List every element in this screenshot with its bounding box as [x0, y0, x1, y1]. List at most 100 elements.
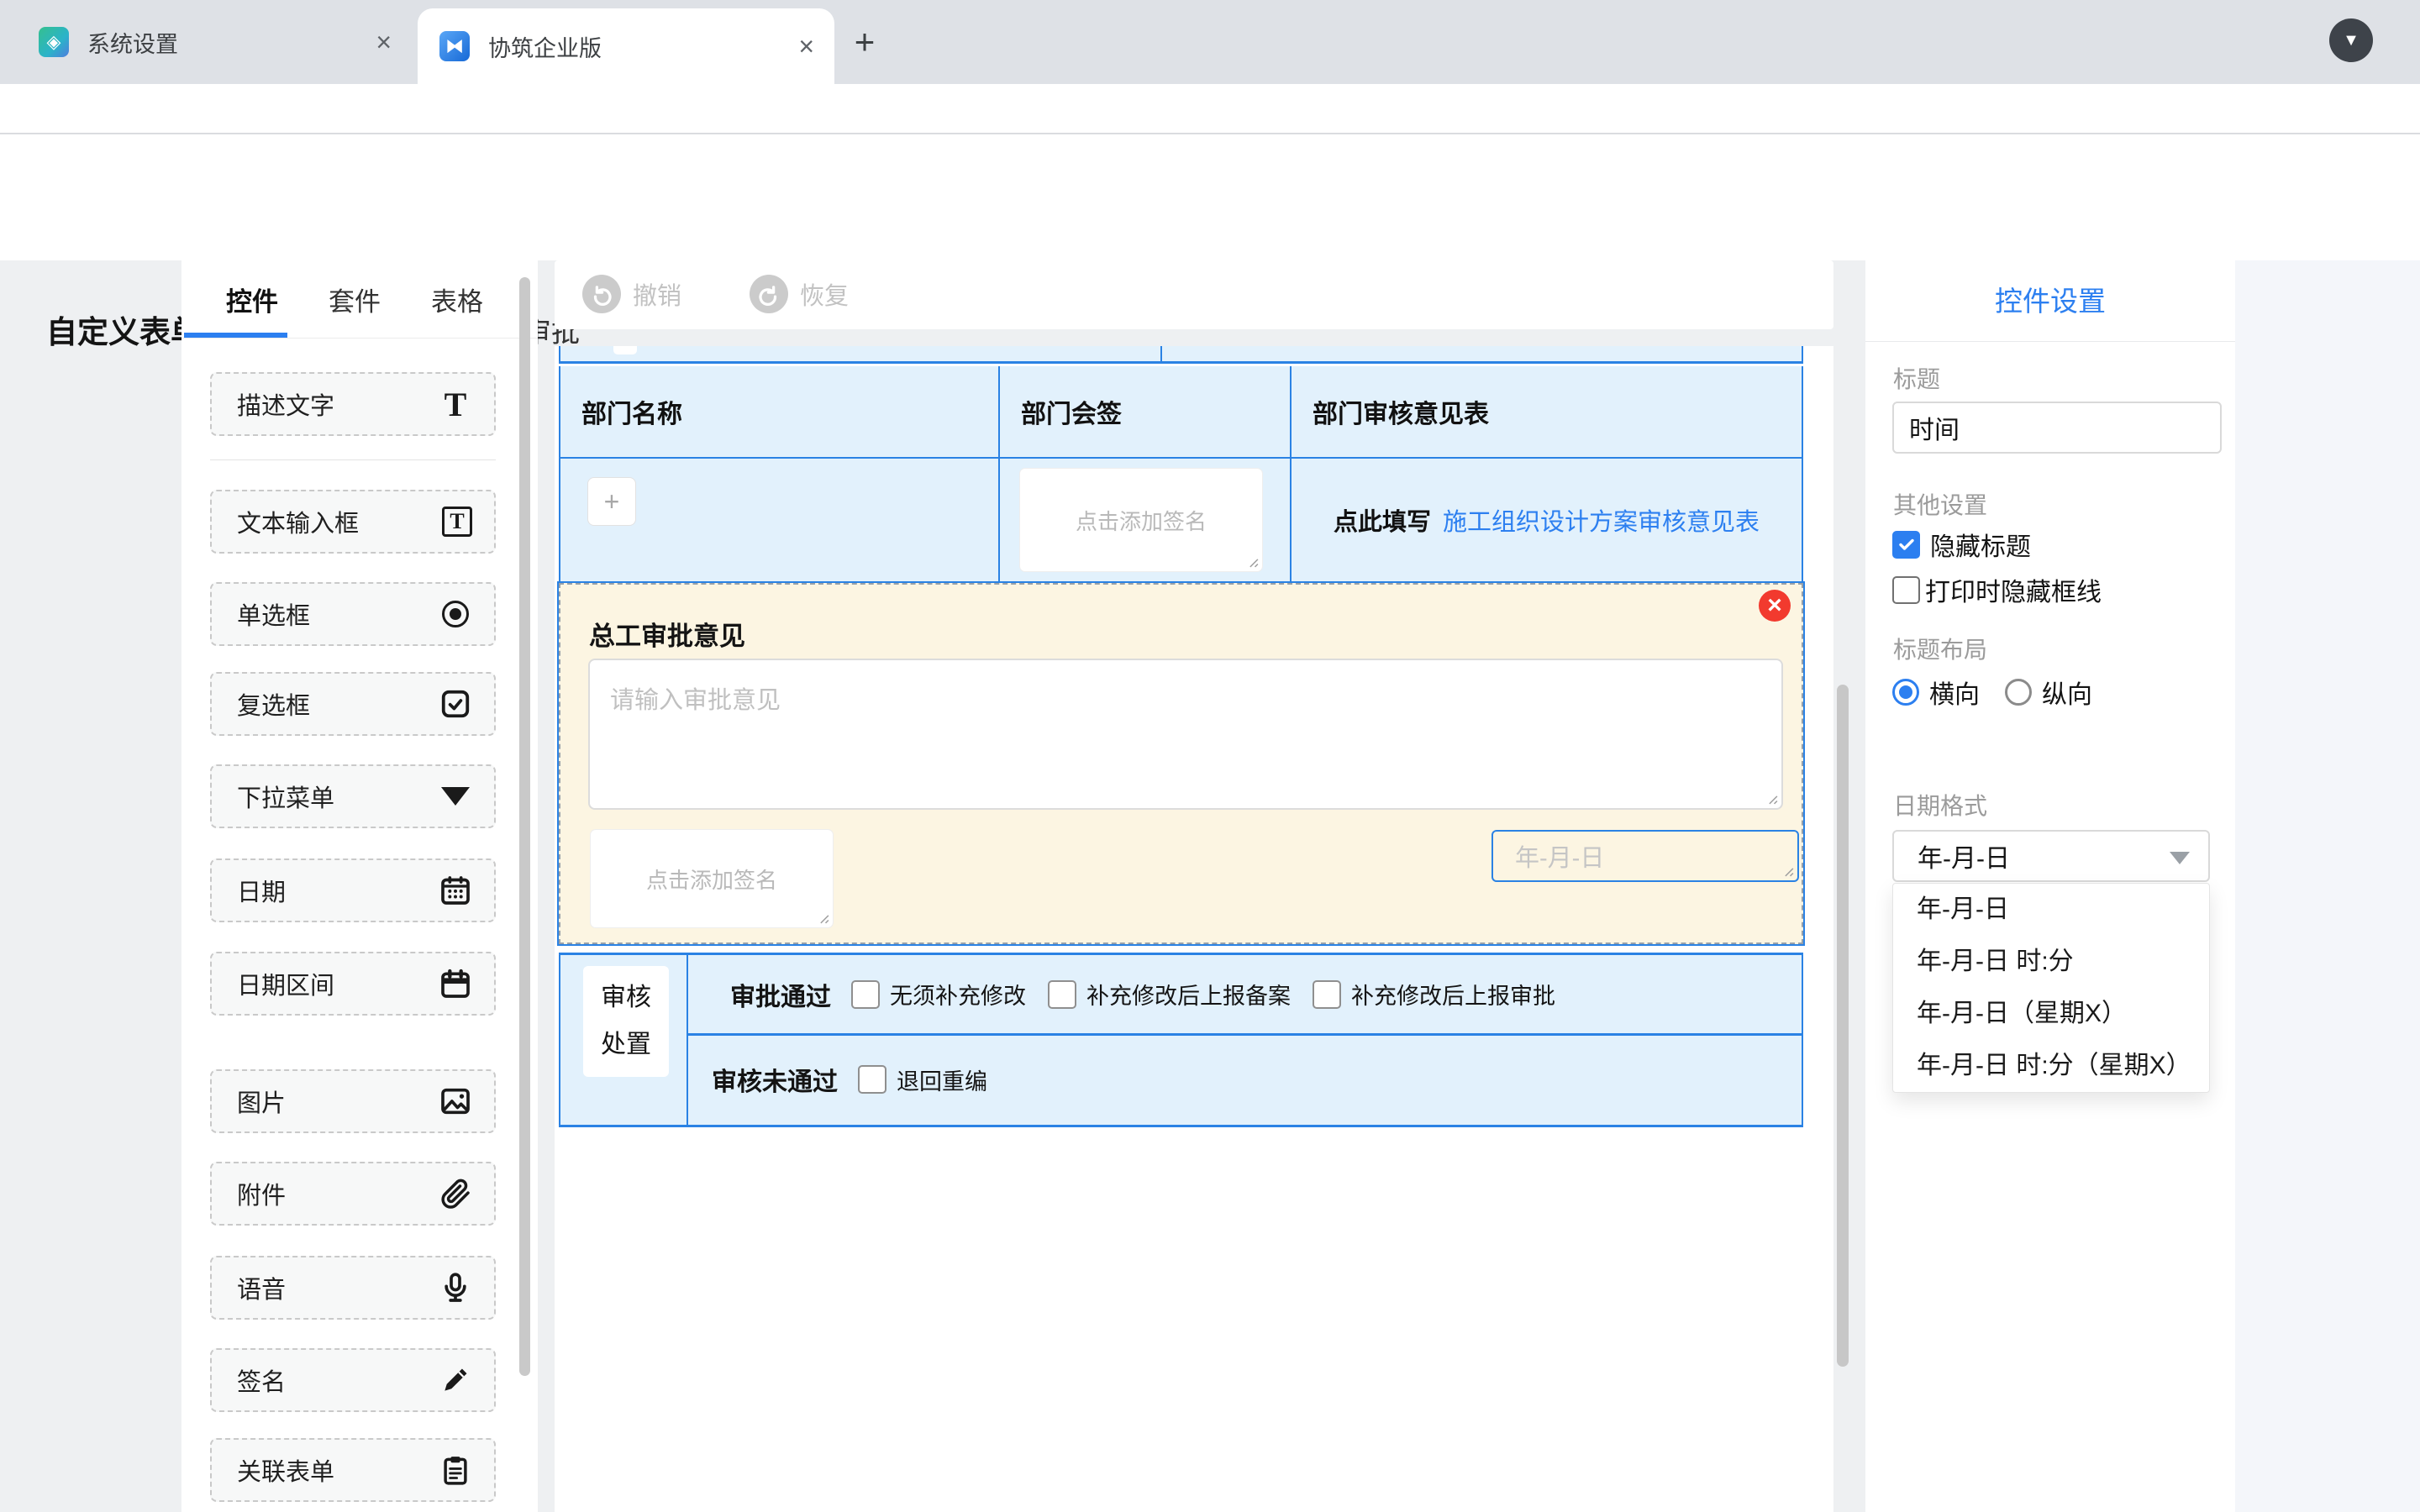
- date-format-option-3[interactable]: 年-月-日（星期X）: [1893, 988, 2209, 1040]
- review-row-rejected: 审核未通过 退回重编: [688, 1036, 1802, 1123]
- title-input[interactable]: 时间: [1892, 402, 2222, 454]
- page-title: 自定义表单: [46, 307, 202, 352]
- pen-icon: [439, 1363, 472, 1397]
- control-item-voice[interactable]: 语音: [210, 1256, 496, 1320]
- browser-url-row: ← → xmgl.glodon.com/project-doc/workbenc…: [0, 84, 2420, 133]
- cell-review-opinion-link: 点此填写 施工组织设计方案审核意见表: [1292, 459, 1802, 581]
- delete-block-button[interactable]: ×: [1759, 590, 1791, 622]
- link-prefix-text: 点此填写: [1334, 502, 1431, 538]
- control-item-date-range[interactable]: 日期区间: [210, 952, 496, 1016]
- control-item-radio[interactable]: 单选框: [210, 582, 496, 646]
- control-item-attachment[interactable]: 附件: [210, 1162, 496, 1226]
- col-header-department-name[interactable]: 部门名称: [560, 366, 1000, 457]
- radio-horizontal-selected-icon[interactable]: [1892, 679, 1919, 706]
- control-item-image[interactable]: 图片: [210, 1069, 496, 1133]
- browser-tab-strip: ◈ 系统设置 × ⧓ 协筑企业版 × + ▼: [0, 0, 2420, 84]
- right-background-strip: [2235, 260, 2420, 1512]
- date-format-option-4[interactable]: 年-月-日 时:分（星期X）: [1893, 1040, 2209, 1092]
- sidebar-scrollbar[interactable]: [519, 277, 530, 1376]
- control-item-checkbox[interactable]: 复选框: [210, 672, 496, 736]
- col-header-review-opinion-table[interactable]: 部门审核意见表: [1292, 366, 1802, 457]
- canvas-toolbar: 撤销 恢复: [555, 260, 1833, 329]
- checkbox-report-for-approval[interactable]: [1313, 980, 1341, 1009]
- app-header: 自定义表单 施工组织设计方案审批 保存 预览: [0, 134, 2420, 260]
- approval-opinion-textarea[interactable]: 请输入审批意见: [588, 659, 1783, 810]
- tab1-close-icon[interactable]: ×: [376, 29, 392, 55]
- form-canvas: 部门名称 部门会签 部门审核意见表 + 点击添加签名 点此填写 施工组织设计方案…: [555, 346, 1833, 1512]
- control-item-dropdown[interactable]: 下拉菜单: [210, 764, 496, 828]
- radio-icon: [439, 597, 472, 631]
- date-field-selected[interactable]: 年-月-日: [1491, 830, 1799, 882]
- panel-divider: [1865, 341, 2235, 342]
- resize-handle-icon[interactable]: [1779, 862, 1794, 877]
- tab-kits[interactable]: 套件: [308, 281, 402, 318]
- tab-controls[interactable]: 控件: [205, 281, 299, 318]
- new-tab-button[interactable]: +: [844, 22, 885, 62]
- tab-search-chevron-icon[interactable]: ▼: [2329, 18, 2373, 62]
- screen: ◈ 系统设置 × ⧓ 协筑企业版 × + ▼ ← → xmgl.glodon.c…: [0, 0, 2420, 1512]
- checkbox-report-for-record[interactable]: [1048, 980, 1076, 1009]
- checkbox-checked-icon[interactable]: [1892, 531, 1920, 559]
- control-item-date[interactable]: 日期: [210, 858, 496, 922]
- cell-department-name: +: [560, 459, 1000, 581]
- selected-block-chief-engineer-opinion[interactable]: 总工审批意见 × 请输入审批意见 点击添加签名 年-月-日: [559, 583, 1803, 944]
- radio-vertical-icon[interactable]: [2005, 679, 2032, 706]
- hide-border-when-printing-option[interactable]: 打印时隐藏框线: [1892, 571, 2102, 608]
- signature-box[interactable]: 点击添加签名: [591, 830, 833, 927]
- tab2-favicon-icon: ⧓: [439, 31, 470, 61]
- resize-handle-icon[interactable]: [814, 909, 829, 924]
- review-label-cell: 审核 处置: [560, 955, 688, 1125]
- dropdown-icon: [439, 780, 472, 813]
- review-opinion-form-link[interactable]: 施工组织设计方案审核意见表: [1443, 502, 1760, 538]
- redo-icon: [750, 275, 788, 313]
- date-format-option-2[interactable]: 年-月-日 时:分: [1893, 936, 2209, 988]
- browser-tab-system-settings[interactable]: ◈ 系统设置 ×: [17, 12, 412, 72]
- checkbox-return-for-rework[interactable]: [858, 1065, 886, 1094]
- date-format-label: 日期格式: [1893, 788, 1987, 822]
- control-settings-panel: 控件设置 标题 时间 其他设置 隐藏标题 打印时隐藏框线 标题布局 横向 纵向 …: [1865, 260, 2235, 1512]
- redo-button[interactable]: 恢复: [750, 275, 849, 313]
- date-format-dropdown: 年-月-日 年-月-日 时:分 年-月-日（星期X） 年-月-日 时:分（星期X…: [1892, 883, 2210, 1093]
- paperclip-icon: [439, 1177, 472, 1210]
- tab1-title: 系统设置: [87, 26, 355, 59]
- hide-title-option[interactable]: 隐藏标题: [1892, 526, 2031, 563]
- undo-button[interactable]: 撤销: [582, 275, 681, 313]
- resize-handle-icon[interactable]: [1244, 553, 1259, 568]
- tab2-title: 协筑企业版: [488, 30, 778, 63]
- cell-department-countersign: 点击添加签名: [1000, 459, 1292, 581]
- microphone-icon: [439, 1271, 472, 1305]
- calendar-range-icon: [439, 967, 472, 1000]
- canvas-scrollbar[interactable]: [1837, 685, 1849, 1367]
- other-settings-label: 其他设置: [1893, 487, 1987, 521]
- date-format-select[interactable]: 年-月-日: [1892, 830, 2210, 882]
- control-item-related-form[interactable]: 关联表单: [210, 1438, 496, 1502]
- table-header-row: 部门名称 部门会签 部门审核意见表: [559, 366, 1803, 459]
- undo-icon: [582, 275, 621, 313]
- calendar-icon: [439, 874, 472, 907]
- control-item-description-text[interactable]: 描述文字 T: [210, 372, 496, 436]
- title-layout-radios: 横向 纵向: [1892, 674, 2118, 711]
- resize-handle-icon[interactable]: [1763, 790, 1778, 805]
- tab2-close-icon[interactable]: ×: [798, 33, 814, 60]
- browser-tab-xiezhu[interactable]: ⧓ 协筑企业版 ×: [418, 8, 834, 84]
- checkbox-no-modification[interactable]: [851, 980, 880, 1009]
- text-icon: T: [439, 387, 472, 421]
- add-row-button[interactable]: +: [587, 477, 636, 526]
- checkbox-unchecked-icon[interactable]: [1892, 576, 1920, 604]
- review-row-approved: 审批通过 无须补充修改 补充修改后上报备案 补充修改后上报审批: [688, 955, 1802, 1036]
- col-header-department-countersign[interactable]: 部门会签: [1000, 366, 1292, 457]
- review-label-box: 审核 处置: [583, 966, 669, 1077]
- tabs-divider: [182, 338, 538, 339]
- date-format-option-1[interactable]: 年-月-日: [1893, 884, 2209, 936]
- chevron-down-icon: [2170, 852, 2190, 864]
- control-item-signature[interactable]: 签名: [210, 1348, 496, 1412]
- panel-title: 控件设置: [1865, 279, 2235, 319]
- signature-box[interactable]: 点击添加签名: [1020, 469, 1262, 571]
- control-item-text-input[interactable]: 文本输入框 T: [210, 490, 496, 554]
- table-data-row: + 点击添加签名 点此填写 施工组织设计方案审核意见表: [559, 459, 1803, 583]
- tab1-favicon-icon: ◈: [39, 27, 69, 57]
- controls-sidebar: 控件 套件 表格 描述文字 T 文本输入框 T 单选框 复选框 下拉菜单: [182, 260, 538, 1512]
- checkbox-icon: [439, 687, 472, 721]
- clipboard-icon: [439, 1453, 472, 1487]
- tab-tables[interactable]: 表格: [410, 281, 504, 318]
